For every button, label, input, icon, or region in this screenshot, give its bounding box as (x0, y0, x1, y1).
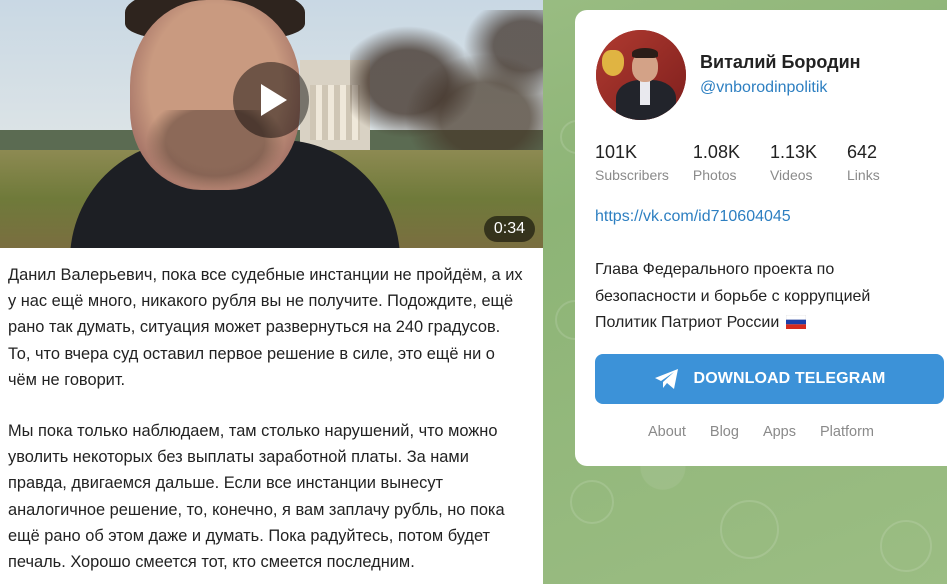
message-bubble: 0:34 Данил Валерьевич, пока все судебные… (0, 0, 543, 584)
avatar-shirt (640, 80, 650, 105)
channel-card: Виталий Бородин @vnborodinpolitik 101K S… (575, 10, 947, 466)
channel-title: Виталий Бородин (700, 52, 861, 72)
stat-label: Videos (769, 167, 813, 183)
play-icon (261, 84, 287, 116)
background-doodle (880, 520, 932, 572)
channel-stats: 101K Subscribers 1.08K Photos 1.13K Vide… (595, 140, 904, 186)
footer-link-apps[interactable]: Apps (763, 424, 796, 440)
stat-photos: 1.08K Photos (693, 140, 740, 186)
download-telegram-label: DOWNLOAD TELEGRAM (693, 370, 886, 387)
video-player[interactable]: 0:34 (0, 0, 543, 248)
footer-link-blog[interactable]: Blog (710, 424, 739, 440)
stat-videos: 1.13K Videos (770, 140, 817, 186)
russian-flag-icon (785, 315, 806, 329)
video-person (30, 0, 400, 248)
stat-label: Photos (692, 167, 737, 183)
footer-link-about[interactable]: About (648, 424, 686, 440)
message-paragraph: Мы пока только наблюдаем, там столько на… (8, 422, 505, 572)
channel-description: Глава Федерального проекта по безопаснос… (595, 257, 935, 337)
stat-value: 1.13K (769, 142, 818, 162)
message-paragraph: Данил Валерьевич, пока все судебные инст… (8, 266, 523, 389)
background-doodle (720, 500, 779, 559)
avatar-emblem (602, 50, 624, 76)
stat-value: 1.08K (692, 142, 740, 162)
avatar-hair (632, 48, 658, 58)
message-text: Данил Валерьевич, пока все судебные инст… (0, 248, 543, 575)
stat-subscribers: 101K Subscribers (595, 140, 669, 186)
download-telegram-button[interactable]: DOWNLOAD TELEGRAM (595, 354, 944, 404)
stat-label: Subscribers (595, 167, 669, 183)
video-duration: 0:34 (483, 216, 535, 242)
channel-avatar (596, 30, 686, 120)
stat-label: Links (847, 167, 880, 183)
channel-handle[interactable]: @vnborodinpolitik (700, 79, 827, 97)
play-button[interactable] (233, 62, 309, 138)
footer-links: About Blog Apps Platform (575, 424, 947, 440)
channel-description-text: Глава Федерального проекта по безопаснос… (595, 261, 871, 331)
footer-link-platform[interactable]: Platform (820, 424, 874, 440)
stat-links: 642 Links (847, 140, 880, 186)
stat-value: 642 (847, 142, 878, 162)
background-doodle (570, 480, 614, 524)
channel-external-link[interactable]: https://vk.com/id710604045 (595, 208, 791, 226)
telegram-plane-icon (654, 369, 678, 389)
stat-value: 101K (595, 142, 638, 162)
